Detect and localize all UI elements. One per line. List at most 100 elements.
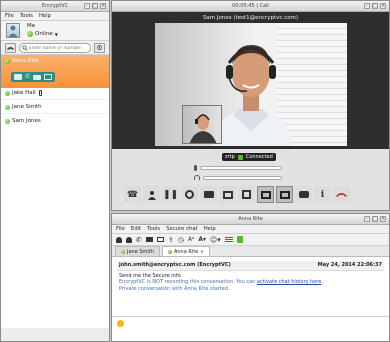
contact-item-jane-smith[interactable]: Jane Smith [1,100,109,114]
layout-pip-button[interactable] [276,186,293,203]
emoticon-icon[interactable]: ☺▾ [210,236,221,244]
system-notice: EncryptVC is NOT recording this conversa… [117,279,384,286]
system-notice-suffix: . [321,279,323,286]
info-button[interactable]: i [314,186,331,203]
menu-secure-chat[interactable]: Secure chat [166,225,198,233]
chat-titlebar[interactable]: Anna Rite - □ × [112,214,389,225]
me-label: Me [27,23,36,29]
message-header: john.smith@encryptvc.com (EncryptVC) May… [117,261,384,271]
settings-gear-icon[interactable]: ⚙ [94,43,105,53]
video-icon[interactable] [145,237,153,242]
contact-item-anna-rite[interactable]: Anna Rite ✆ [1,55,109,88]
menu-file[interactable]: File [116,225,125,233]
activate-chat-history-link[interactable]: activate chat history here [257,279,321,285]
minimize-button[interactable]: - [364,3,370,9]
menu-help[interactable]: Help [39,12,51,20]
chat-button[interactable] [295,186,312,203]
screen-share-button[interactable] [219,186,236,203]
maximize-button[interactable]: □ [372,216,378,222]
history-icon[interactable]: ◷ [178,236,184,244]
call-controls-panel: zrtp Connected ☎ ❚❚ i [112,149,389,210]
call-icon[interactable]: ✆ [136,236,142,244]
close-button[interactable]: × [100,3,106,9]
status-selector[interactable]: Online ▼ [27,31,58,37]
mobile-device-icon [39,90,42,96]
menu-edit[interactable]: Edit [131,225,141,233]
info-icon: i [320,189,325,200]
search-field[interactable] [19,43,91,53]
language-flag-icon[interactable] [224,237,233,242]
contact-item-sam-jones[interactable]: Sam Jones [1,114,109,128]
hangup-button[interactable] [333,186,350,203]
contact-info-icon[interactable] [126,236,132,243]
layout-single-button[interactable] [257,186,274,203]
contacts-titlebar[interactable]: EncryptVC - □ × [1,1,109,12]
menu-help[interactable]: Help [204,225,216,233]
contact-item-jake-hall[interactable]: Jake Hall [1,88,109,100]
record-icon [185,190,194,199]
chat-icon[interactable] [14,74,23,80]
screen-share-icon[interactable] [43,74,52,80]
layout-pip-icon [279,190,290,199]
transfer-icon [147,190,156,200]
font-size-icon[interactable]: Aᵃ [188,236,194,243]
chat-window: Anna Rite - □ × File Edit Tools Secure c… [111,213,390,342]
close-button[interactable]: × [380,216,386,222]
video-icon[interactable] [32,74,41,80]
message-input-area[interactable] [112,317,389,341]
message-input[interactable] [127,319,385,338]
speaker-volume-slider[interactable] [203,175,282,180]
self-view-video[interactable] [182,105,222,144]
menu-tools[interactable]: Tools [147,225,160,233]
minimize-button[interactable]: - [364,216,370,222]
avatar[interactable] [6,23,20,38]
screen-share-icon[interactable] [156,237,164,242]
speaker-volume-row [194,175,282,180]
online-status-icon [121,249,125,254]
maximize-button[interactable]: □ [92,3,98,9]
online-status-icon [5,105,10,110]
tab-jane-smith[interactable]: Jane Smith [115,246,160,256]
send-file-icon[interactable]: ⇪ [168,236,174,244]
video-toggle-button[interactable] [200,186,217,203]
menu-tools[interactable]: Tools [20,12,33,20]
call-duration-title: 00:05:45 | Call [232,3,269,9]
contact-quick-actions: ✆ [11,72,55,82]
contact-name: Jake Hall [12,90,36,96]
encryption-status-icon[interactable] [236,236,243,243]
message-timestamp: May 24, 2014 22:06:37 [317,262,382,268]
maximize-button[interactable]: □ [372,3,378,9]
search-icon [22,45,28,51]
transfer-button[interactable] [143,186,160,203]
message-sender: john.smith@encryptvc.com (EncryptVC) [119,262,231,268]
chat-window-title: Anna Rite [238,216,263,222]
add-contact-icon[interactable] [116,236,122,243]
microphone-volume-slider[interactable] [200,166,282,170]
font-icon[interactable]: A▾ [198,236,206,243]
close-button[interactable]: × [380,3,386,9]
encryption-status: zrtp Connected [222,153,276,161]
record-button[interactable] [181,186,198,203]
emoticon-icon[interactable] [117,320,124,327]
self-view-person-image [189,114,217,143]
system-notice-text: EncryptVC is NOT recording this conversa… [119,279,257,286]
minimize-button[interactable]: - [84,3,90,9]
video-area: Sam Jones (test1@encryptvc.com) [112,12,389,149]
hold-button[interactable]: ❚❚ [162,186,179,203]
chat-tabs: Jane Smith Anna Rite ✕ [112,246,389,257]
fullscreen-button[interactable] [238,186,255,203]
tab-anna-rite[interactable]: Anna Rite ✕ [161,246,210,256]
dialpad-icon[interactable] [5,43,16,53]
close-tab-icon[interactable]: ✕ [200,249,203,254]
search-input[interactable] [28,45,90,51]
call-titlebar[interactable]: 00:05:45 | Call - □ × [112,1,389,12]
fullscreen-icon [242,190,251,199]
video-icon [203,191,214,198]
menu-file[interactable]: File [5,12,14,20]
chat-history: john.smith@encryptvc.com (EncryptVC) May… [112,257,389,317]
call-icon[interactable]: ✆ [25,74,30,80]
contact-name: Sam Jones [12,118,41,124]
search-row: ⚙ [1,41,109,55]
dialpad-button[interactable]: ☎ [124,186,141,203]
online-status-icon [167,249,172,254]
